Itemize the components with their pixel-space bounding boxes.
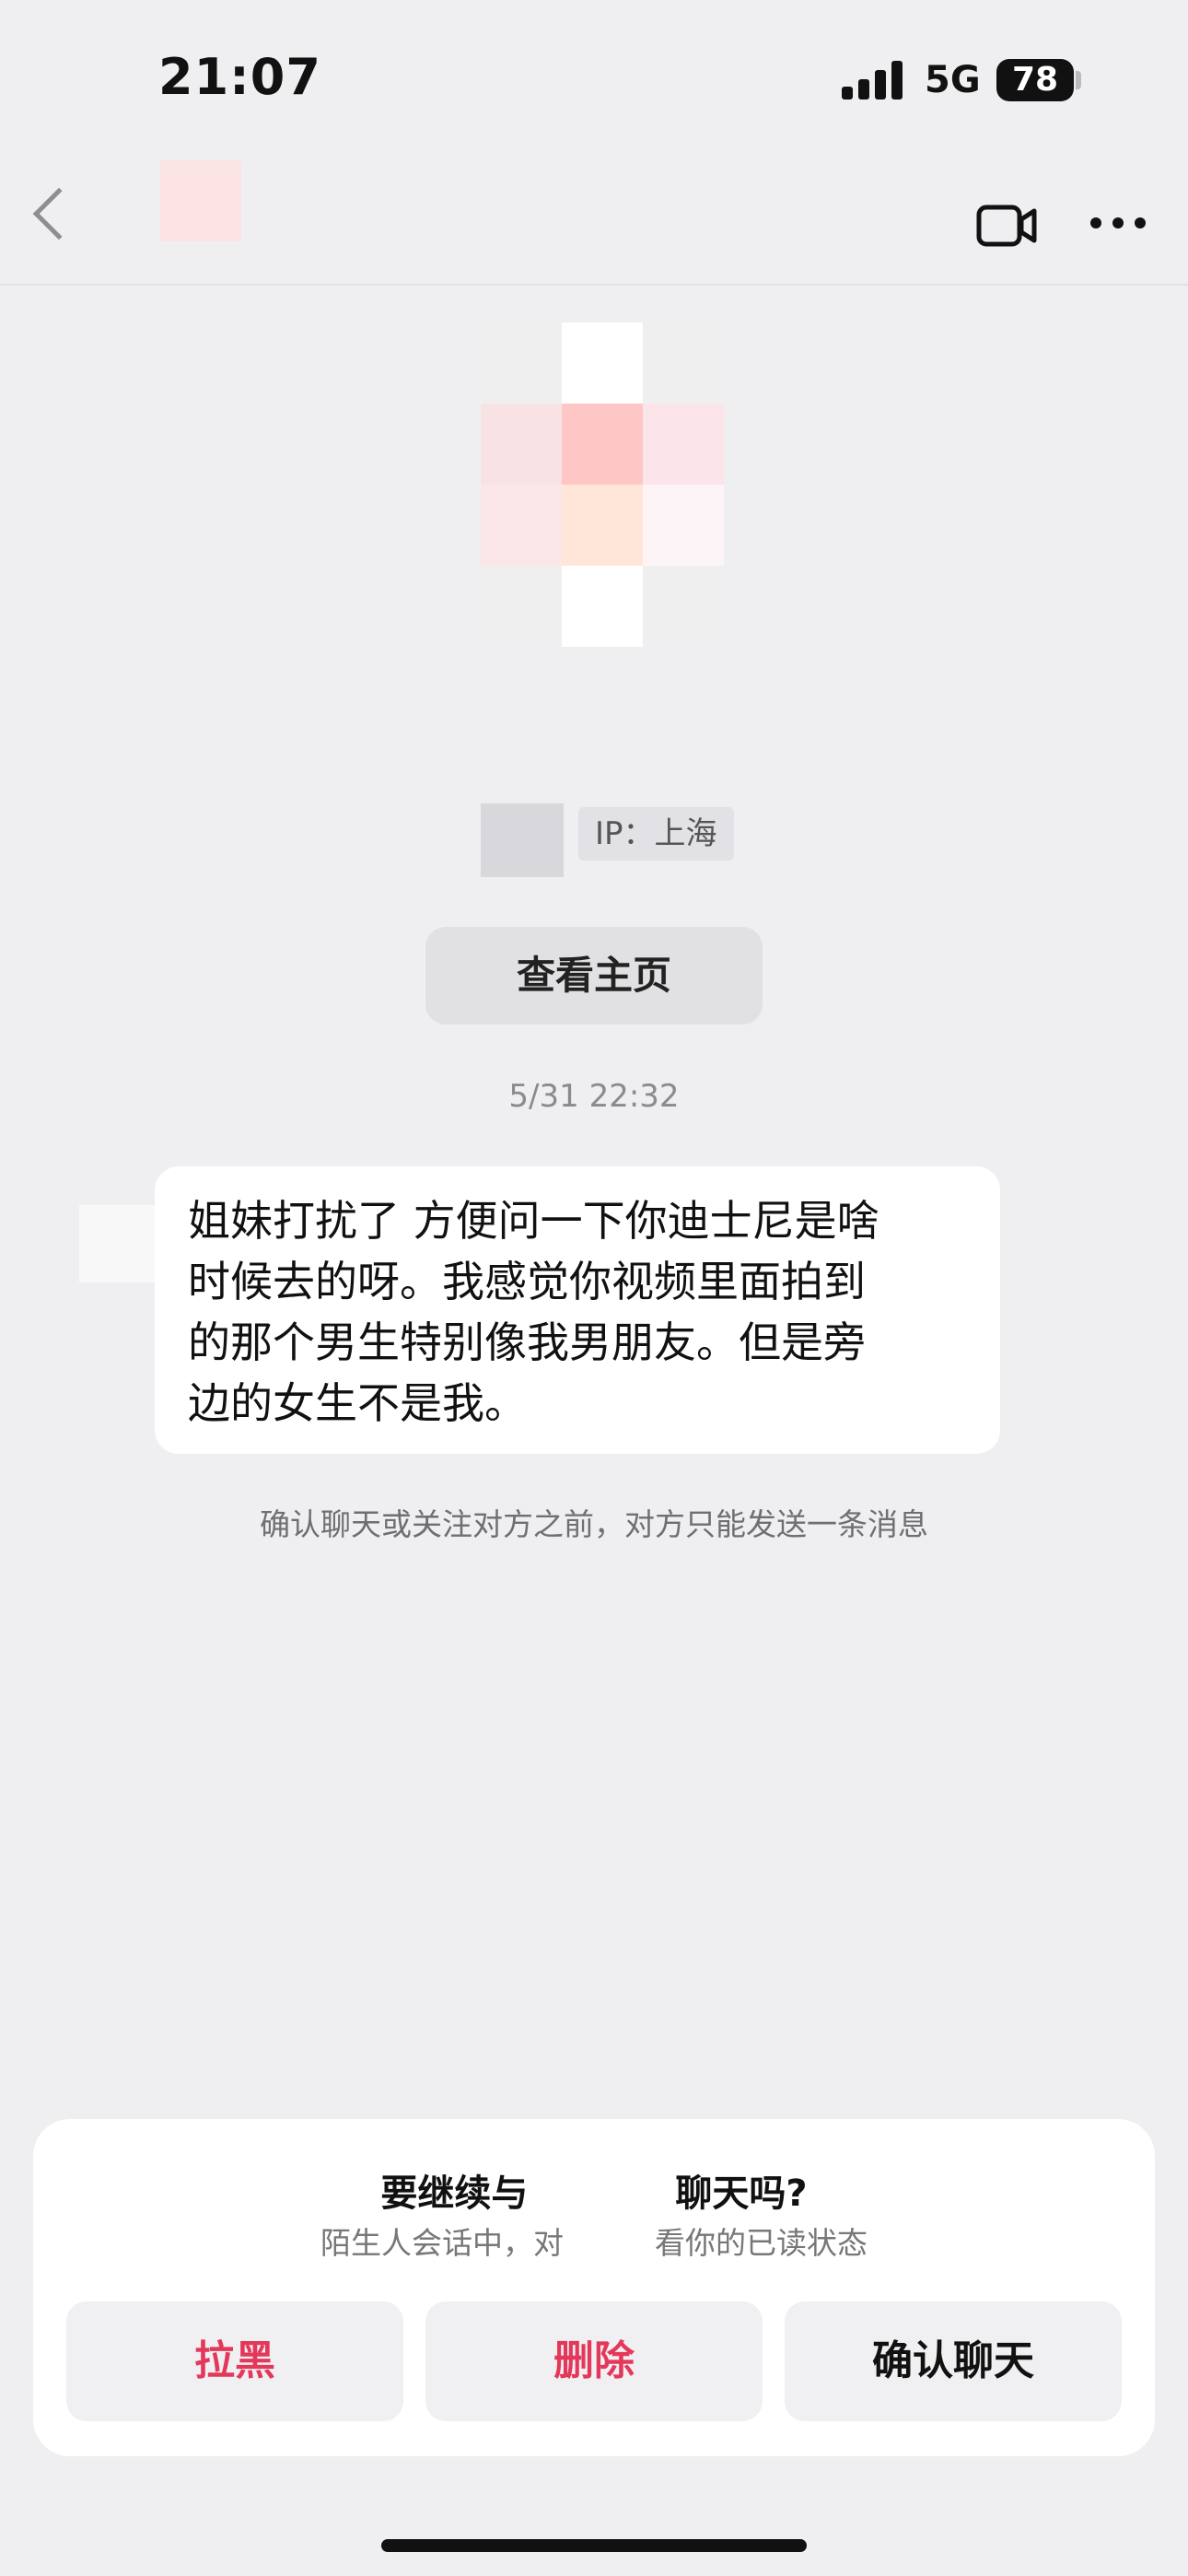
block-button[interactable]: 拉黑 xyxy=(66,2301,403,2421)
message-line: 时候去的呀。我感觉你视频里面拍到 xyxy=(188,1257,866,1306)
chevron-left-icon[interactable] xyxy=(32,187,86,240)
contact-avatar[interactable] xyxy=(160,160,241,241)
blurred-tag xyxy=(481,803,564,877)
battery-icon: 78 xyxy=(996,59,1074,101)
message-bubble[interactable]: 姐妹打扰了 方便问一下你迪士尼是啥 时候去的呀。我感觉你视频里面拍到 的那个男生… xyxy=(155,1166,1000,1454)
battery-nub xyxy=(1076,71,1081,89)
network-type: 5G xyxy=(925,59,981,101)
continue-chat-sheet: 要继续与 聊天吗? 陌生人会话中，对 看你的已读状态 拉黑 删除 确认聊天 xyxy=(33,2119,1155,2456)
sheet-title: 要继续与 聊天吗? xyxy=(380,2172,808,2215)
nav-bar xyxy=(0,138,1188,286)
status-time: 21:07 xyxy=(158,48,321,106)
video-camera-icon[interactable] xyxy=(976,203,1037,249)
stranger-notice: 确认聊天或关注对方之前，对方只能发送一条消息 xyxy=(260,1506,928,1542)
chat-screen: 21:07 5G 78 IP：上海 查看主页 5/31 22:32 姐妹打扰了 … xyxy=(0,0,1188,2576)
view-profile-button[interactable]: 查看主页 xyxy=(425,927,763,1025)
ip-location-tag: IP：上海 xyxy=(578,807,734,861)
confirm-chat-button[interactable]: 确认聊天 xyxy=(785,2301,1122,2421)
message-line: 姐妹打扰了 方便问一下你迪士尼是啥 xyxy=(188,1196,879,1246)
sheet-subtitle: 陌生人会话中，对 看你的已读状态 xyxy=(320,2225,868,2261)
message-line: 边的女生不是我。 xyxy=(188,1378,527,1428)
sender-avatar[interactable] xyxy=(79,1205,157,1282)
more-dots-icon[interactable] xyxy=(1090,214,1146,236)
message-line: 的那个男生特别像我男朋友。但是旁 xyxy=(188,1317,866,1367)
delete-button[interactable]: 删除 xyxy=(425,2301,763,2421)
cellular-signal-icon xyxy=(842,61,904,100)
home-indicator[interactable] xyxy=(381,2539,807,2552)
profile-avatar[interactable] xyxy=(481,322,724,647)
message-timestamp: 5/31 22:32 xyxy=(508,1078,680,1115)
profile-meta: IP：上海 xyxy=(481,803,735,877)
